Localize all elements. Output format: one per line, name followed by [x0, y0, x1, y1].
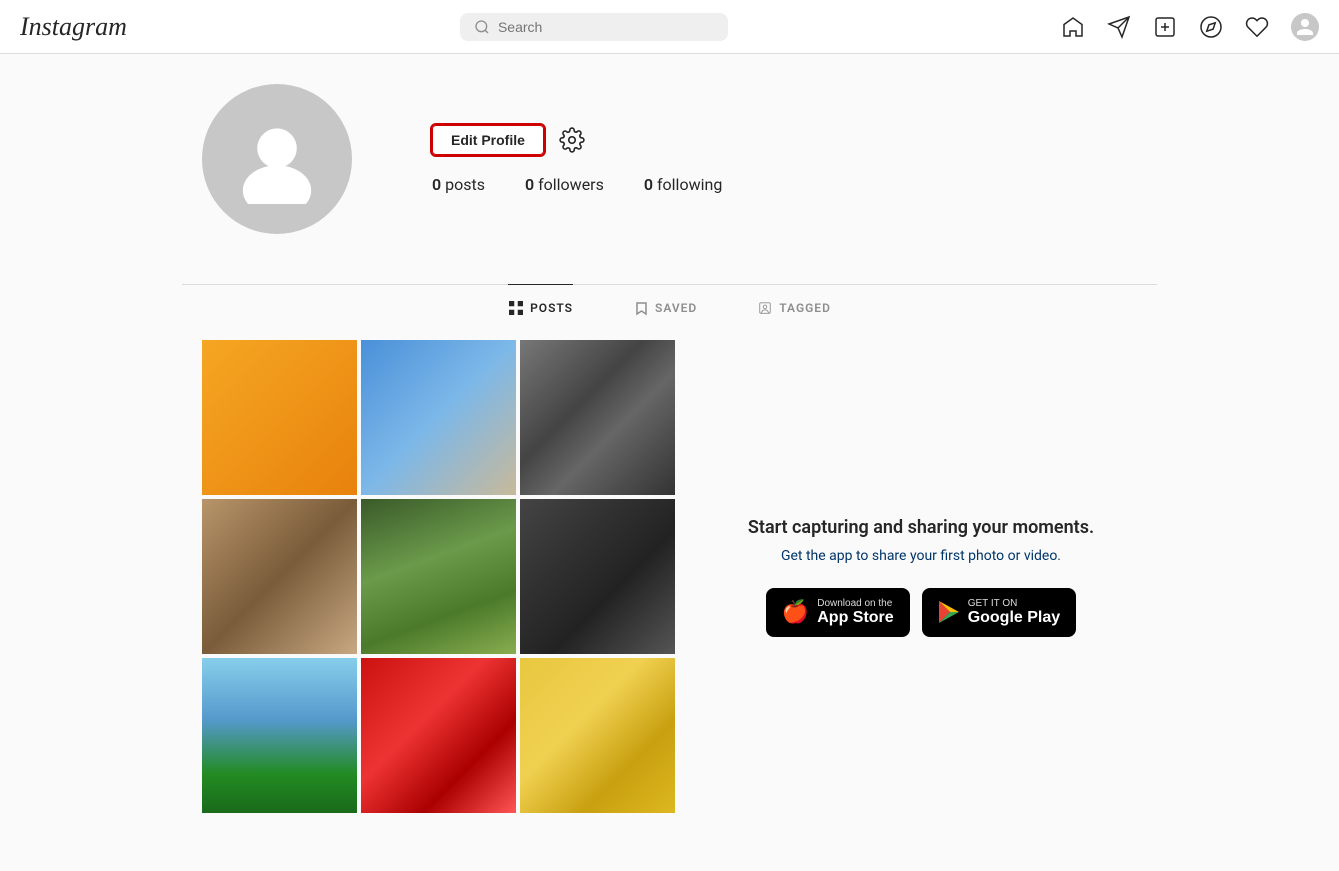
- posts-stat[interactable]: 0 posts: [432, 175, 485, 194]
- search-input[interactable]: [498, 19, 714, 35]
- profile-top: Edit Profile 0 posts 0 followers: [202, 84, 1137, 234]
- heart-icon[interactable]: [1245, 15, 1269, 39]
- edit-profile-button[interactable]: Edit Profile: [432, 125, 544, 155]
- explore-icon[interactable]: [1199, 15, 1223, 39]
- promo-subtitle: Get the app to share your first photo or…: [781, 548, 1061, 564]
- photo-cell[interactable]: [361, 499, 516, 654]
- grid-icon: [508, 300, 524, 316]
- google-play-button[interactable]: GET IT ON Google Play: [922, 588, 1076, 637]
- photo-cell[interactable]: [520, 658, 675, 813]
- tabs-row: POSTS SAVED TAGGED: [182, 285, 1157, 330]
- google-play-icon: [938, 601, 960, 623]
- header: Instagram: [0, 0, 1339, 54]
- following-stat[interactable]: 0 following: [644, 175, 722, 194]
- search-icon: [474, 19, 490, 35]
- promo-panel: Start capturing and sharing your moments…: [705, 340, 1137, 813]
- profile-stats: 0 posts 0 followers 0 following: [432, 175, 1137, 194]
- profile-avatar[interactable]: [202, 84, 352, 234]
- profile-info: Edit Profile 0 posts 0 followers: [432, 125, 1137, 194]
- profile-section: Edit Profile 0 posts 0 followers: [182, 54, 1157, 284]
- google-play-small-text: GET IT ON: [968, 598, 1018, 609]
- new-post-icon[interactable]: [1153, 15, 1177, 39]
- app-buttons: 🍎 Download on the App Store G: [766, 588, 1076, 637]
- avatar-placeholder-icon: [232, 114, 322, 204]
- photo-cell[interactable]: [202, 658, 357, 813]
- instagram-logo[interactable]: Instagram: [20, 12, 127, 42]
- tag-person-icon: [757, 300, 773, 316]
- photo-grid: [202, 340, 675, 813]
- direct-icon[interactable]: [1107, 15, 1131, 39]
- photo-cell[interactable]: [361, 658, 516, 813]
- followers-stat[interactable]: 0 followers: [525, 175, 604, 194]
- tab-tagged[interactable]: TAGGED: [757, 285, 831, 330]
- settings-icon[interactable]: [558, 126, 586, 154]
- apple-icon: 🍎: [782, 599, 809, 625]
- photo-cell[interactable]: [202, 499, 357, 654]
- header-avatar[interactable]: [1291, 13, 1319, 41]
- app-store-small-text: Download on the: [817, 598, 892, 609]
- app-store-large-text: App Store: [817, 609, 893, 627]
- content-area: Start capturing and sharing your moments…: [182, 330, 1157, 823]
- photo-cell[interactable]: [520, 499, 675, 654]
- promo-title: Start capturing and sharing your moments…: [748, 517, 1094, 538]
- tab-posts[interactable]: POSTS: [508, 284, 573, 330]
- profile-username-row: Edit Profile: [432, 125, 1137, 155]
- photo-cell[interactable]: [520, 340, 675, 495]
- photo-cell[interactable]: [361, 340, 516, 495]
- google-play-large-text: Google Play: [968, 609, 1060, 627]
- tab-saved[interactable]: SAVED: [633, 285, 697, 330]
- header-nav: [1061, 13, 1319, 41]
- bookmark-icon: [633, 300, 649, 316]
- search-bar: [460, 13, 728, 41]
- home-icon[interactable]: [1061, 15, 1085, 39]
- app-store-button[interactable]: 🍎 Download on the App Store: [766, 588, 910, 637]
- photo-cell[interactable]: [202, 340, 357, 495]
